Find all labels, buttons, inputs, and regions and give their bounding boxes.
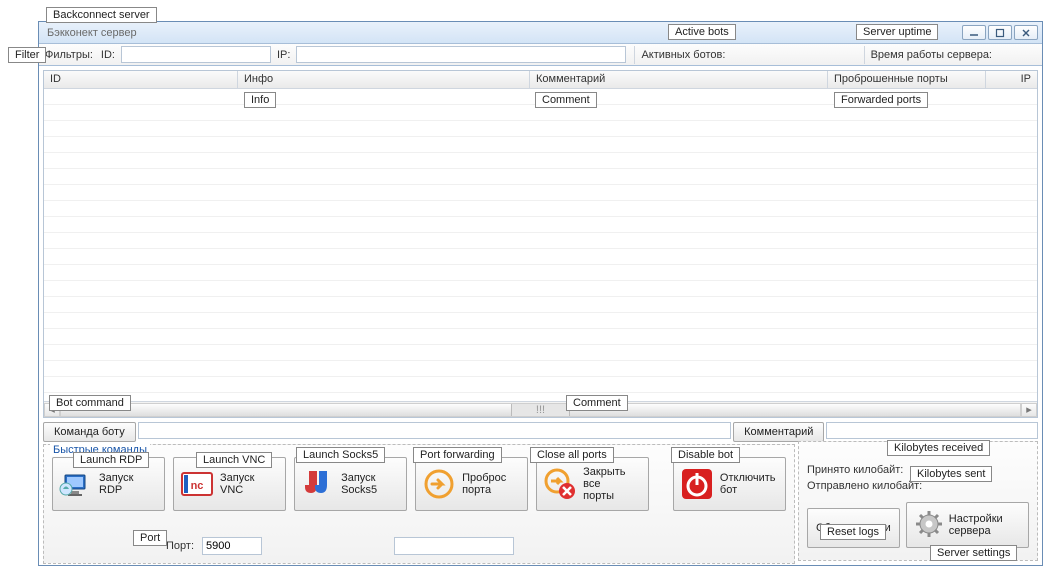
callout-reset-logs: Reset logs — [820, 524, 886, 540]
bot-command-button[interactable]: Команда боту — [43, 422, 136, 442]
command-row: Команда боту Комментарий — [43, 422, 1038, 442]
table-row[interactable] — [44, 121, 1037, 137]
minimize-icon — [969, 28, 979, 38]
socks-icon — [301, 467, 335, 501]
callout-portfwd: Port forwarding — [413, 447, 502, 463]
gear-icon — [915, 510, 943, 541]
callout-server-settings: Server settings — [930, 545, 1017, 561]
stats-panel: . Принято килобайт: Отправлено килобайт:… — [798, 441, 1038, 561]
launch-socks5-button[interactable]: Запуск Socks5 — [294, 457, 407, 511]
server-settings-button[interactable]: Настройки сервера — [906, 502, 1029, 548]
vnc-label: Запуск VNC — [220, 472, 254, 496]
table-row[interactable] — [44, 345, 1037, 361]
filter-id-input[interactable] — [121, 46, 271, 63]
settings-label: Настройки сервера — [949, 513, 1003, 537]
close-ports-button[interactable]: Закрыть все порты — [536, 457, 649, 511]
maximize-icon — [995, 28, 1005, 38]
table-row[interactable] — [44, 361, 1037, 377]
filter-ip-label: IP: — [275, 49, 292, 61]
grid-header: ID Инфо Комментарий Проброшенные порты I… — [44, 71, 1037, 89]
scroll-thumb[interactable] — [569, 404, 1020, 416]
col-ports[interactable]: Проброшенные порты — [828, 71, 986, 88]
grid-hscroll[interactable]: ◂ !!! ▸ — [44, 401, 1037, 417]
disable-label: Отключить бот — [720, 472, 776, 496]
svg-text:nc: nc — [191, 480, 204, 492]
table-row[interactable] — [44, 201, 1037, 217]
rdp-icon — [59, 467, 93, 501]
filter-ip-input[interactable] — [296, 46, 626, 63]
callout-socks: Launch Socks5 — [296, 447, 385, 463]
close-label: Закрыть все порты — [583, 466, 625, 502]
table-row[interactable] — [44, 265, 1037, 281]
table-row[interactable] — [44, 185, 1037, 201]
port-label: Порт: — [164, 540, 196, 552]
maximize-button[interactable] — [988, 25, 1012, 40]
filter-id-label: ID: — [99, 49, 117, 61]
fwd-label: Проброс порта — [462, 472, 506, 496]
col-id[interactable]: ID — [44, 71, 238, 88]
callout-comment-field: Comment — [566, 395, 628, 411]
callout-server-uptime: Server uptime — [856, 24, 938, 40]
port-line: Порт: — [164, 537, 514, 555]
callout-kb-recv: Kilobytes received — [887, 440, 990, 456]
col-ip[interactable]: IP — [986, 71, 1037, 88]
callout-bot-cmd: Bot command — [49, 395, 131, 411]
bots-grid[interactable]: ID Инфо Комментарий Проброшенные порты I… — [43, 70, 1038, 418]
table-row[interactable] — [44, 217, 1037, 233]
port-forward-button[interactable]: Проброс порта — [415, 457, 528, 511]
callout-kb-sent: Kilobytes sent — [910, 466, 992, 482]
table-row[interactable] — [44, 313, 1037, 329]
rdp-label: Запуск RDP — [99, 472, 133, 496]
comment-input[interactable] — [826, 422, 1038, 439]
table-row[interactable] — [44, 329, 1037, 345]
callout-port: Port — [133, 530, 167, 546]
callout-closeports: Close all ports — [530, 447, 614, 463]
callout-backconnect: Backconnect server — [46, 7, 157, 23]
table-row[interactable] — [44, 153, 1037, 169]
table-row[interactable] — [44, 137, 1037, 153]
port-forward-icon — [422, 467, 456, 501]
disable-bot-button[interactable]: Отключить бот — [673, 457, 786, 511]
close-ports-icon — [543, 467, 577, 501]
scroll-right-button[interactable]: ▸ — [1021, 403, 1037, 417]
filter-bar: Фильтры: ID: IP: Активных ботов: Время р… — [39, 44, 1042, 66]
scroll-grip: !!! — [512, 404, 570, 416]
callout-active-bots: Active bots — [668, 24, 736, 40]
vnc-icon: nc — [180, 467, 214, 501]
callout-disablebot: Disable bot — [671, 447, 740, 463]
callout-fwd-ports: Forwarded ports — [834, 92, 928, 108]
close-button[interactable] — [1014, 25, 1038, 40]
grid-body — [44, 89, 1037, 401]
power-icon — [680, 467, 714, 501]
active-bots-label: Активных ботов: — [639, 49, 727, 61]
table-row[interactable] — [44, 281, 1037, 297]
table-row[interactable] — [44, 169, 1037, 185]
table-row[interactable] — [44, 233, 1037, 249]
col-comment[interactable]: Комментарий — [530, 71, 828, 88]
socks-label: Запуск Socks5 — [341, 472, 377, 496]
minimize-button[interactable] — [962, 25, 986, 40]
close-icon — [1021, 28, 1031, 38]
uptime-label: Время работы сервера: — [869, 49, 994, 61]
window-title: Бэкконект сервер — [43, 27, 137, 39]
callout-vnc: Launch VNC — [196, 452, 272, 468]
comment-button[interactable]: Комментарий — [733, 422, 824, 442]
scroll-track[interactable]: !!! — [60, 403, 1021, 417]
port-input[interactable] — [202, 537, 262, 555]
callout-info: Info — [244, 92, 276, 108]
bot-command-input[interactable] — [138, 422, 731, 439]
callout-rdp: Launch RDP — [73, 452, 149, 468]
col-info[interactable]: Инфо — [238, 71, 530, 88]
extra-input[interactable] — [394, 537, 514, 555]
table-row[interactable] — [44, 377, 1037, 393]
table-row[interactable] — [44, 297, 1037, 313]
callout-filter: Filter — [8, 47, 46, 63]
filter-label: Фильтры: — [43, 49, 95, 61]
callout-comment-col: Comment — [535, 92, 597, 108]
table-row[interactable] — [44, 249, 1037, 265]
